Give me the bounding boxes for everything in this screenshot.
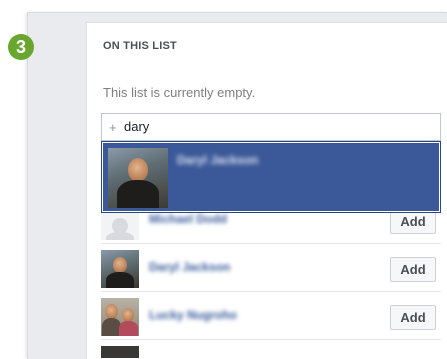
empty-list-message: This list is currently empty. (103, 85, 256, 100)
suggestion-name: Daryl Jackson (177, 153, 259, 167)
friend-row (101, 340, 441, 358)
search-text: dary (124, 119, 150, 134)
section-title: ON THIS LIST (103, 40, 177, 52)
friend-name[interactable]: Michael Dodd (149, 212, 227, 226)
autocomplete-dropdown: Daryl Jackson (101, 141, 441, 213)
friend-row: Lucky Nugroho Add (101, 292, 441, 340)
avatar (101, 250, 139, 288)
add-friend-button[interactable]: Add (390, 305, 436, 330)
friend-search-input[interactable]: + dary (101, 113, 441, 141)
step-badge: 3 (8, 34, 34, 60)
add-friend-button[interactable]: Add (390, 257, 436, 282)
avatar (101, 298, 139, 336)
plus-icon: + (109, 120, 117, 135)
friend-name[interactable]: Lucky Nugroho (149, 308, 237, 322)
suggestion-avatar (108, 148, 168, 208)
avatar (101, 346, 139, 358)
friend-name[interactable]: Daryl Jackson (149, 260, 230, 274)
suggestion-item[interactable]: Daryl Jackson (103, 143, 439, 211)
friend-row: Daryl Jackson Add (101, 244, 441, 292)
